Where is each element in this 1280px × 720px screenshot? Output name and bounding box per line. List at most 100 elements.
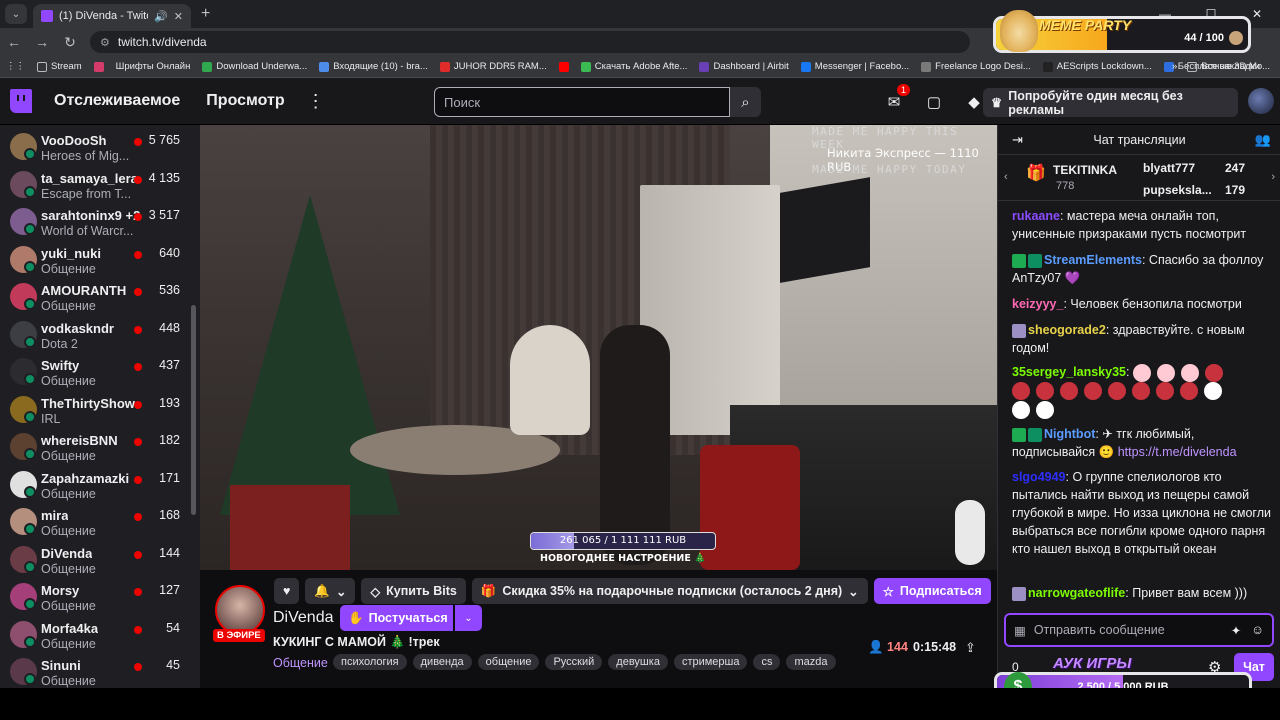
more-bookmarks-icon[interactable]: » <box>1172 61 1177 72</box>
leaderboard-third-name[interactable]: pupseksla... <box>1143 183 1212 197</box>
magic-icon[interactable]: ✦ <box>1231 623 1241 638</box>
sidebar-scrollbar[interactable] <box>191 305 196 515</box>
badge-icon[interactable]: ▦ <box>1014 623 1026 638</box>
search-input[interactable]: Поиск <box>434 87 730 117</box>
sidebar-viewer-count: 168 <box>159 508 180 522</box>
search-icon[interactable]: ⌕ <box>730 87 761 117</box>
site-info-icon[interactable]: ⚙ <box>100 36 110 49</box>
close-tab-icon[interactable]: ✕ <box>174 10 183 23</box>
sidebar-channel[interactable]: whereisBNN Общение 182 <box>0 428 200 465</box>
notifications-button[interactable]: 🔔 ⌄ <box>305 578 356 604</box>
chat-input[interactable]: ▦ Отправить сообщение ✦ ☺ <box>1004 613 1274 647</box>
forward-icon[interactable]: → <box>28 34 56 50</box>
gift-badge-icon <box>1012 586 1026 601</box>
reload-icon[interactable]: ↻ <box>56 34 84 51</box>
follow-dropdown-button[interactable]: ⌄ <box>455 605 482 631</box>
chat-username[interactable]: rukaane <box>1012 209 1060 223</box>
chat-username[interactable]: narrowgateoflife <box>1028 586 1125 600</box>
bookmark-item[interactable]: Messenger | Facebo... <box>800 61 909 72</box>
chat-username[interactable]: keizyyy_ <box>1012 297 1063 311</box>
bookmark-item[interactable]: Скачать Adobe Afte... <box>580 61 687 72</box>
whispers-icon[interactable]: ▢ <box>920 88 948 116</box>
collapse-chat-icon[interactable]: ⇥ <box>1012 132 1023 148</box>
channel-name[interactable]: DiVenda <box>273 609 334 627</box>
bookmark-item[interactable]: Dashboard | Airbit <box>699 61 789 72</box>
sidebar-channel[interactable]: TheThirtyShow IRL 193 <box>0 391 200 428</box>
gift-sub-discount-button[interactable]: 🎁 Скидка 35% на подарочные подписки (оста… <box>471 578 868 604</box>
emote-picker-icon[interactable]: ☺ <box>1251 623 1264 638</box>
video-player[interactable]: MADE ME HAPPY THIS WEEK Никита Экспресс … <box>200 125 997 570</box>
nav-browse[interactable]: Просмотр <box>206 92 284 110</box>
sidebar-channel-category: Escape from T... <box>41 186 132 201</box>
stream-tag[interactable]: общение <box>477 654 540 670</box>
stream-tag[interactable]: стримерша <box>673 654 748 670</box>
sidebar-channel[interactable]: Zapahzamazki Общение 171 <box>0 466 200 503</box>
leaderboard-next-icon[interactable]: › <box>1271 171 1275 183</box>
more-menu-icon[interactable]: ⋮ <box>307 91 325 112</box>
live-dot-icon <box>134 325 142 334</box>
bookmark-item[interactable]: Download Underwa... <box>202 61 307 72</box>
back-icon[interactable]: ← <box>0 34 28 50</box>
tab-search-button[interactable]: ⌄ <box>5 4 27 24</box>
chat-username[interactable]: slgo4949 <box>1012 470 1066 484</box>
heart-button[interactable]: ♥ <box>274 578 300 604</box>
user-avatar[interactable] <box>1248 88 1274 114</box>
bookmark-item[interactable] <box>558 61 569 72</box>
browser-tab[interactable]: (1) DiVenda - Twitch 🔊 ✕ <box>33 4 191 28</box>
stream-tag[interactable]: психология <box>333 654 407 670</box>
inbox-icon[interactable]: ✉ 1 <box>880 84 910 116</box>
leaderboard-top-name[interactable]: TEKITINKA <box>1053 163 1117 177</box>
channel-avatar[interactable] <box>215 585 265 635</box>
share-icon[interactable]: ⇪ <box>965 640 976 656</box>
buy-bits-button[interactable]: ◇ Купить Bits <box>361 578 466 604</box>
bookmark-item[interactable] <box>93 61 104 72</box>
bookmark-item[interactable]: AEScripts Lockdown... <box>1042 61 1152 72</box>
sidebar-channel[interactable]: vodkaskndr Dota 2 448 <box>0 316 200 353</box>
sidebar-channel[interactable]: ta_samaya_lera Escape from T... 4 135 <box>0 166 200 203</box>
stream-tag[interactable]: cs <box>753 654 781 670</box>
bookmark-item[interactable]: Stream <box>37 61 82 72</box>
sidebar-viewer-count: 640 <box>159 245 180 260</box>
sidebar-channel[interactable]: Swifty Общение 437 <box>0 353 200 390</box>
sidebar-channel[interactable]: DiVenda Общение 144 <box>0 541 200 578</box>
speaker-icon[interactable]: 🔊 <box>154 10 168 23</box>
apps-icon[interactable]: ⋮⋮ <box>6 61 25 72</box>
bookmark-item[interactable]: Входящие (10) - bra... <box>319 61 428 72</box>
stream-tag[interactable]: девушка <box>608 654 668 670</box>
red-bag <box>700 445 800 570</box>
chat-link[interactable]: https://t.me/divelenda <box>1118 445 1237 459</box>
all-bookmarks[interactable]: Все закладки <box>1187 61 1260 72</box>
ad-free-promo-button[interactable]: ♛ Попробуйте один месяц без рекламы <box>983 88 1238 117</box>
donation-goal-amount: 261 065 / 1 111 111 RUB <box>559 535 687 546</box>
sidebar-channel[interactable]: Morfa4ka Общение 54 <box>0 616 200 653</box>
bookmark-item[interactable]: JUHOR DDR5 RAM... <box>439 61 547 72</box>
bookmark-icon <box>93 61 104 72</box>
new-tab-button[interactable]: + <box>201 5 210 23</box>
sidebar-channel[interactable]: Morsy Общение 127 <box>0 578 200 615</box>
tab-title: (1) DiVenda - Twitch <box>59 10 149 22</box>
leaderboard-second-name[interactable]: blyatt777 <box>1143 161 1195 175</box>
sidebar-channel[interactable]: VooDooSh Heroes of Mig... 5 765 <box>0 128 200 165</box>
chat-username[interactable]: StreamElements <box>1044 253 1142 267</box>
bookmark-item[interactable]: Шрифты Онлайн <box>116 61 191 72</box>
chat-username[interactable]: sheogorade2 <box>1028 323 1106 337</box>
twitch-logo-icon[interactable] <box>10 89 32 113</box>
url-input[interactable]: ⚙ twitch.tv/divenda <box>90 31 970 53</box>
sidebar-channel[interactable]: yuki_nuki Общение 640 <box>0 241 200 278</box>
stream-tag[interactable]: mazda <box>786 654 836 670</box>
chat-username[interactable]: Nightbot <box>1044 427 1095 441</box>
sidebar-channel[interactable]: AMOURANTH Общение 536 <box>0 278 200 315</box>
sidebar-channel[interactable]: mira Общение 168 <box>0 503 200 540</box>
follow-button[interactable]: ✋ Постучаться <box>340 605 453 631</box>
community-icon[interactable]: 👥 <box>1255 132 1271 148</box>
category-link[interactable]: Общение <box>273 656 328 670</box>
subscribe-button[interactable]: ☆ Подписаться <box>873 578 991 604</box>
bookmark-item[interactable]: Freelance Logo Desi... <box>921 61 1031 72</box>
leaderboard-prev-icon[interactable]: ‹ <box>1004 171 1008 183</box>
stream-tag[interactable]: Русский <box>545 654 603 670</box>
sidebar-channel[interactable]: Sinuni Общение 45 <box>0 653 200 688</box>
sidebar-channel[interactable]: sarahtoninx9 +2 World of Warcr... 3 517 <box>0 203 200 240</box>
stream-tag[interactable]: дивенда <box>412 654 472 670</box>
chat-username[interactable]: 35sergey_lansky35 <box>1012 365 1126 379</box>
nav-following[interactable]: Отслеживаемое <box>54 92 180 110</box>
